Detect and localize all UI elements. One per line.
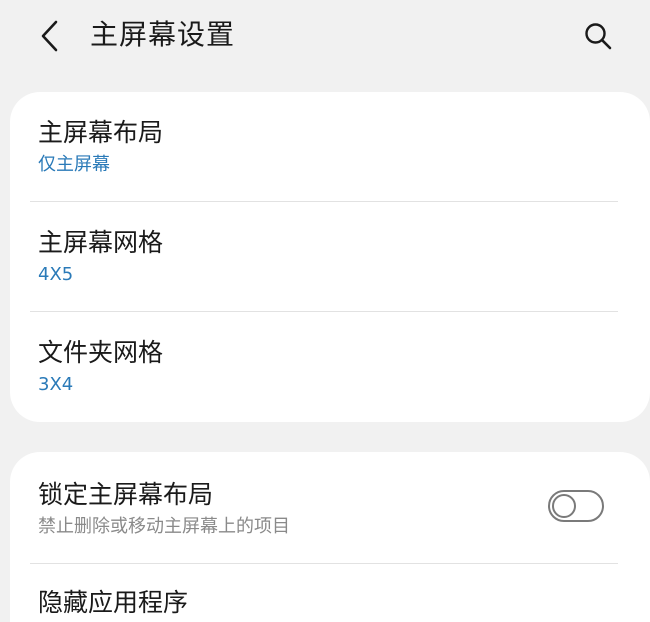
search-button[interactable] <box>578 16 618 56</box>
app-header: 主屏幕设置 <box>0 0 650 72</box>
settings-group-layout: 主屏幕布局 仅主屏幕 主屏幕网格 4X5 文件夹网格 3X4 <box>10 92 650 422</box>
search-icon <box>585 23 612 50</box>
setting-title: 锁定主屏幕布局 <box>38 480 214 509</box>
setting-lock-home-layout[interactable]: 锁定主屏幕布局 禁止删除或移动主屏幕上的项目 <box>10 452 650 562</box>
page-title: 主屏幕设置 <box>90 18 236 51</box>
setting-value: 仅主屏幕 <box>38 154 110 175</box>
setting-description: 禁止删除或移动主屏幕上的项目 <box>38 516 290 537</box>
setting-home-screen-layout[interactable]: 主屏幕布局 仅主屏幕 <box>10 92 650 202</box>
setting-hide-apps-title[interactable]: 隐藏应用程序 <box>38 586 188 620</box>
chevron-left-icon <box>41 20 58 52</box>
back-button[interactable] <box>30 16 70 56</box>
setting-value: 3X4 <box>38 374 74 395</box>
setting-home-screen-grid[interactable]: 主屏幕网格 4X5 <box>10 202 650 312</box>
divider <box>30 563 618 564</box>
setting-value: 4X5 <box>38 264 74 285</box>
lock-layout-toggle[interactable] <box>548 490 604 522</box>
setting-title: 主屏幕布局 <box>38 118 164 147</box>
toggle-knob <box>552 494 576 518</box>
setting-title: 文件夹网格 <box>38 338 164 367</box>
setting-folder-grid[interactable]: 文件夹网格 3X4 <box>10 312 650 422</box>
setting-title: 主屏幕网格 <box>38 228 164 257</box>
